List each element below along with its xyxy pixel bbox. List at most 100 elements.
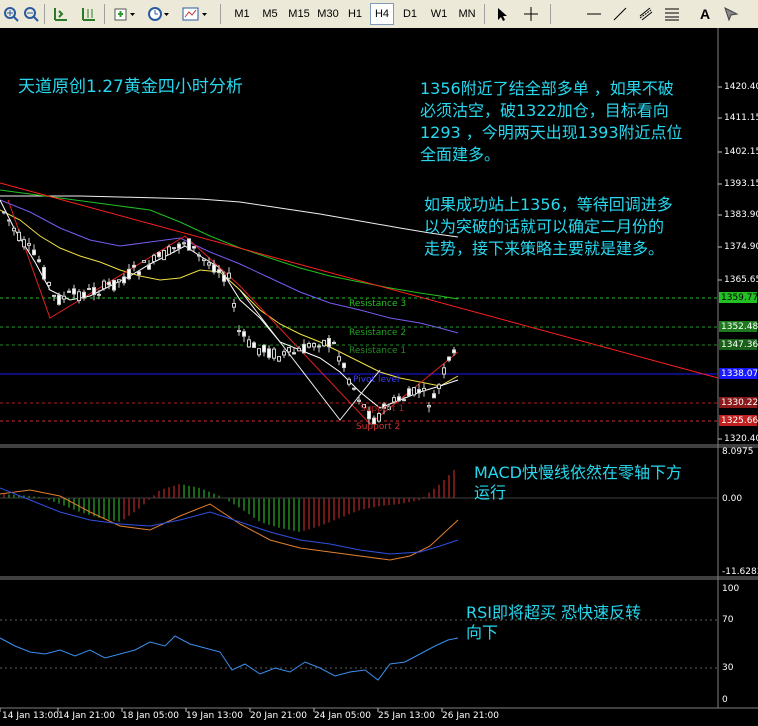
candle-body	[257, 348, 261, 356]
time-axis-label: 24 Jan 05:00	[314, 711, 371, 721]
candle-body	[152, 254, 156, 263]
timeframe-w1[interactable]: W1	[426, 3, 452, 25]
timeframe-m1[interactable]: M1	[230, 3, 254, 25]
note1-line3[interactable]: 1293 ，今明两天出现1393附近点位	[420, 122, 683, 144]
candle-body	[237, 330, 241, 333]
timeframe-m30[interactable]: M30	[314, 3, 342, 25]
time-axis-label: 26 Jan 21:00	[442, 711, 499, 721]
candle-body	[267, 348, 271, 358]
arrow-tool-icon[interactable]	[722, 3, 740, 25]
toolbar-separator	[484, 4, 485, 24]
chart-shift-icon[interactable]	[50, 3, 70, 25]
timeframe-m5[interactable]: M5	[258, 3, 282, 25]
resistance-3-price-tag: 1359.77	[719, 292, 758, 303]
channel-icon[interactable]	[636, 3, 656, 25]
rsi-annotation-line1[interactable]: RSI即将超买 恐快速反转	[466, 602, 641, 624]
price-axis-label: 1411.15	[724, 113, 758, 123]
timeframe-mn[interactable]: MN	[454, 3, 480, 25]
candle-body	[377, 413, 381, 422]
candle-body	[187, 238, 191, 251]
support-1-price-tag: 1330.22	[719, 397, 758, 408]
candle-body	[2, 211, 6, 214]
candle-body	[212, 264, 216, 273]
candle-body	[352, 387, 356, 390]
candle-body	[87, 288, 91, 291]
indicators-icon-svg	[114, 8, 135, 21]
candle-body	[32, 249, 36, 256]
timeframe-d1[interactable]: D1	[398, 3, 422, 25]
arrow-tool-icon-svg	[724, 7, 739, 22]
note2-line1[interactable]: 如果成功站上1356，等待回调进多	[424, 194, 673, 216]
candle-body	[47, 281, 51, 286]
timeframe-h4[interactable]: H4	[370, 3, 394, 25]
macd-annotation-line1[interactable]: MACD快慢线依然在零轴下方	[474, 462, 682, 484]
note1-line4[interactable]: 全面建多。	[420, 144, 500, 166]
candle-body	[82, 291, 86, 299]
chart-title-annotation[interactable]: 天道原创1.27黄金四小时分析	[18, 76, 243, 98]
timeframe-m15[interactable]: M15	[285, 3, 313, 25]
pivot-price-tag: 1338.07	[719, 368, 758, 379]
support-2-price-tag: 1325.66	[719, 415, 758, 426]
candle-body	[112, 279, 116, 291]
price-axis-label: 1402.15	[724, 147, 758, 157]
fibonacci-icon[interactable]	[662, 3, 682, 25]
note2-line2[interactable]: 以为突破的话就可以确定二月份的	[424, 216, 664, 238]
candle-body	[292, 352, 296, 355]
indicators-icon[interactable]	[112, 3, 138, 25]
templates-icon-svg	[182, 7, 207, 21]
candle-body	[252, 342, 256, 348]
candle-body	[232, 302, 236, 308]
trendline-icon[interactable]	[610, 3, 630, 25]
candle-body	[317, 345, 321, 348]
candle-body	[157, 251, 161, 258]
cursor-icon[interactable]	[492, 3, 512, 25]
timeframe-h1[interactable]: H1	[343, 3, 367, 25]
candle-body	[422, 387, 426, 392]
resistance-2-label: Resistance 2	[349, 328, 407, 338]
note2-line3[interactable]: 走势，接下来策略主要就是建多。	[424, 238, 664, 260]
candle-body	[452, 349, 456, 354]
resistance-2-price-tag: 1352.48	[719, 321, 758, 332]
macd-axis-bottom: -11.6283	[722, 567, 758, 577]
resistance-1-label: Resistance 1	[349, 346, 407, 356]
note1-line2[interactable]: 必须沽空，破1322加仓，目标看向	[420, 100, 669, 122]
rsi-annotation-line2[interactable]: 向下	[466, 622, 498, 644]
horizontal-line-icon[interactable]	[584, 3, 604, 25]
templates-icon[interactable]	[180, 3, 210, 25]
candle-body	[97, 293, 101, 296]
candle-body	[392, 397, 396, 403]
candle-body	[177, 243, 181, 249]
macd-annotation-line2[interactable]: 运行	[474, 482, 506, 504]
zoom-in-icon-svg	[4, 7, 19, 22]
candle-body	[227, 272, 231, 279]
price-axis-label: 1393.15	[724, 179, 758, 189]
note1-line1[interactable]: 1356附近了结全部多单 ，如果不破	[420, 78, 674, 100]
candle-body	[22, 239, 26, 248]
candle-body	[102, 280, 106, 290]
candle-body	[302, 343, 306, 354]
candle-body	[92, 287, 96, 296]
candle-body	[262, 344, 266, 353]
rsi-axis-70: 70	[722, 615, 734, 625]
price-axis-label: 1365.65	[724, 275, 758, 285]
toolbar-separator	[44, 4, 45, 24]
time-axis-label: 20 Jan 21:00	[250, 711, 307, 721]
candle-body	[437, 384, 441, 389]
time-axis-label: 14 Jan 21:00	[58, 711, 115, 721]
text-tool-button[interactable]: A	[696, 3, 714, 25]
auto-scroll-icon[interactable]	[78, 3, 98, 25]
candle-body	[217, 269, 221, 274]
candle-body	[402, 399, 406, 402]
crosshair-icon[interactable]	[520, 3, 542, 25]
candle-body	[357, 399, 361, 402]
periods-icon[interactable]	[146, 3, 172, 25]
zoom-out-icon[interactable]	[22, 3, 40, 25]
channel-icon-svg	[639, 7, 653, 21]
toolbar: M1 M5 M15 M30 H1 H4 D1 W1 MN A	[0, 0, 758, 29]
candle-body	[307, 343, 311, 348]
zoom-in-icon[interactable]	[2, 3, 20, 25]
candle-body	[192, 245, 196, 249]
candle-body	[442, 367, 446, 375]
candle-body	[202, 258, 206, 262]
resistance-3-label: Resistance 3	[349, 299, 407, 309]
